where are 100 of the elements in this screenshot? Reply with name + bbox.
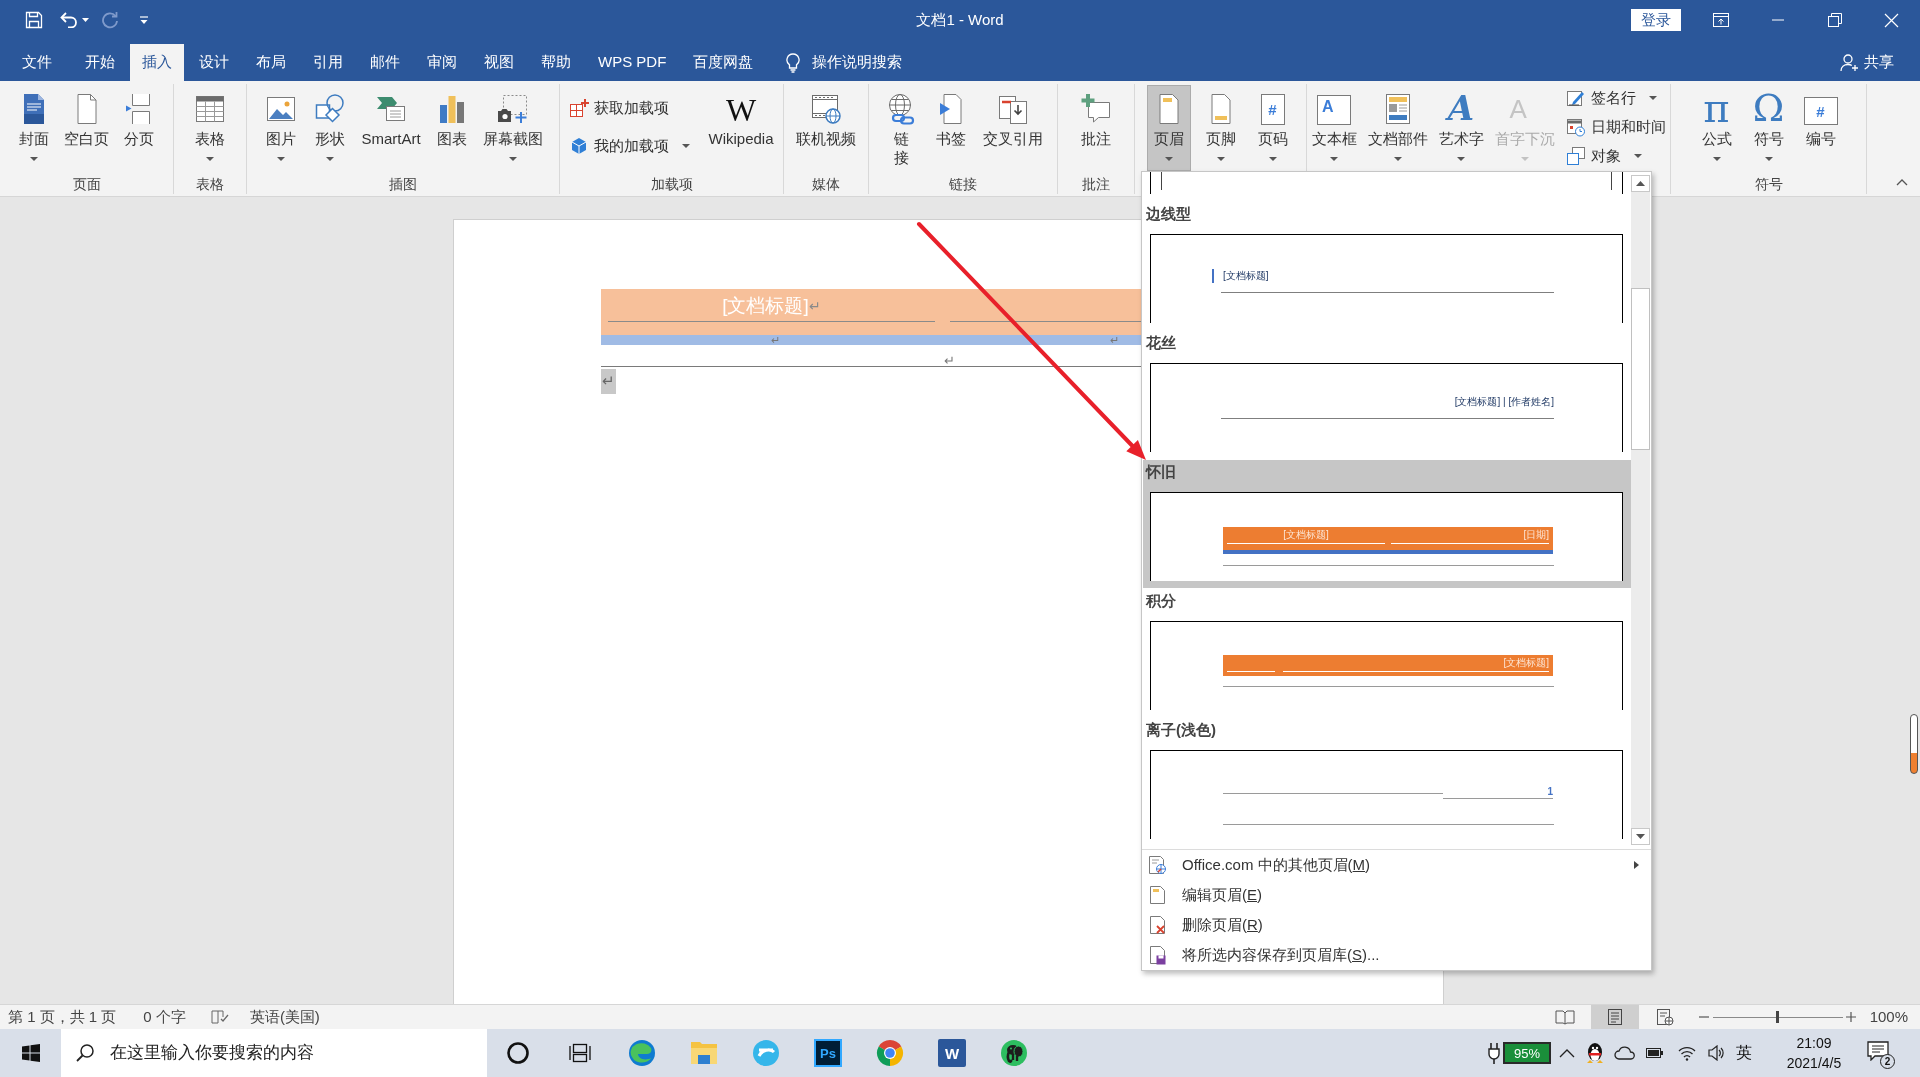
group-label: 表格 [196, 175, 224, 193]
gallery-option[interactable]: 离子(浅色) 1 [1143, 718, 1631, 840]
ribbon-button[interactable]: 批注 [1074, 85, 1118, 171]
battery-indicator[interactable]: 95% [1503, 1042, 1551, 1064]
speaker-icon[interactable] [1708, 1045, 1724, 1061]
ribbon-button[interactable]: 签名行 [1561, 84, 1661, 112]
ribbon-button[interactable]: A 艺术字 [1434, 85, 1488, 171]
ring-icon[interactable] [507, 1042, 529, 1064]
ribbon-tab[interactable]: 设计 [187, 44, 241, 81]
share-button[interactable]: 共享 [1840, 44, 1894, 81]
clock[interactable]: 21:09 2021/4/5 [1769, 1033, 1859, 1073]
word-count[interactable]: 0 个字 [143, 1005, 186, 1029]
minimize-icon[interactable] [1771, 19, 1784, 21]
segmented-circle-icon[interactable] [876, 1039, 904, 1067]
page-count[interactable]: 第 1 页，共 1 页 [8, 1005, 117, 1029]
stacked-windows-icon[interactable] [569, 1043, 591, 1063]
ribbon-button[interactable]: 获取加载项 [565, 94, 674, 122]
ribbon-button[interactable]: SmartArt [357, 85, 425, 171]
ribbon-button[interactable]: 书签 [929, 85, 973, 171]
ribbon-tab[interactable]: 邮件 [358, 44, 412, 81]
window-title: 文档1 - Word [916, 9, 1004, 30]
folder-icon[interactable] [690, 1040, 718, 1066]
ribbon-button[interactable]: Ω 符号 [1746, 85, 1791, 171]
web-layout-icon [1655, 1008, 1674, 1026]
ribbon-button[interactable]: W Wikipedia [704, 85, 778, 171]
menu-item[interactable]: 删除页眉(R) [1142, 910, 1651, 940]
zoom-in-icon[interactable] [1845, 1012, 1856, 1022]
penguin-icon[interactable] [1586, 1042, 1604, 1064]
tell-me-search[interactable]: 操作说明搜索 [786, 44, 903, 81]
gallery-option[interactable]: 积分 [文档标题] [1143, 589, 1631, 717]
ribbon-button[interactable]: 分页 [117, 85, 161, 171]
ps-tile-icon[interactable]: Ps [814, 1039, 842, 1067]
ribbon-tab[interactable]: WPS PDF [586, 44, 679, 81]
read-mode-icon [1554, 1009, 1575, 1025]
restore-icon[interactable] [1827, 13, 1842, 27]
ribbon-tab[interactable]: 视图 [472, 44, 526, 81]
ribbon-tab[interactable]: 审阅 [415, 44, 469, 81]
wifi-icon[interactable] [1678, 1045, 1696, 1061]
cloud-icon[interactable] [1614, 1046, 1636, 1060]
ribbon-button[interactable]: π 公式 [1694, 85, 1739, 171]
ribbon-tab[interactable]: 文件 [10, 44, 64, 81]
ribbon-button[interactable]: 交叉引用 [979, 85, 1047, 171]
undo-icon[interactable] [60, 12, 89, 28]
zoom-thumb[interactable] [1776, 1011, 1780, 1023]
scroll-up-button[interactable] [1631, 175, 1650, 192]
save-icon[interactable] [25, 11, 43, 29]
ribbon-button[interactable]: # 编号 [1798, 85, 1843, 171]
chevron-up-icon[interactable] [1559, 1048, 1575, 1058]
customize-caret-icon[interactable] [139, 15, 149, 25]
search-field[interactable]: 在这里输入你要搜索的内容 [61, 1029, 487, 1077]
menu-item[interactable]: 将所选内容保存到页眉库(S)... [1142, 940, 1651, 970]
ribbon-button[interactable]: 图片 [259, 85, 304, 171]
close-icon[interactable] [1884, 12, 1899, 28]
scroll-down-button[interactable] [1631, 828, 1650, 845]
menu-item[interactable]: 编辑页眉(E) [1142, 880, 1651, 910]
ribbon-tab[interactable]: 布局 [244, 44, 298, 81]
ribbon-button[interactable]: 链接 [879, 85, 923, 171]
zoom-slider[interactable] [1712, 1011, 1843, 1023]
ribbon-button[interactable]: 我的加载项 [565, 132, 695, 160]
menu-item[interactable]: Office.com 中的其他页眉(M) [1142, 850, 1651, 880]
battery-icon[interactable] [1646, 1047, 1664, 1059]
gallery-option[interactable]: 怀旧 [文档标题] [日期] [1143, 460, 1631, 588]
ribbon-button[interactable]: 屏幕截图 [478, 85, 547, 171]
ribbon-button[interactable]: 文档部件 [1363, 85, 1432, 171]
zoom-level[interactable]: 100% [1869, 1005, 1908, 1029]
w-tile-icon[interactable]: W [938, 1039, 966, 1067]
ribbon-button[interactable]: # 页码 [1250, 85, 1295, 171]
ribbon-tab[interactable]: 插入 [130, 44, 184, 81]
ribbon-button[interactable]: 联机视频 [792, 85, 860, 171]
swirl-icon[interactable] [628, 1039, 656, 1067]
proofing-icon[interactable] [210, 1009, 229, 1025]
ribbon-button[interactable]: 页脚 [1198, 85, 1243, 171]
view-button[interactable] [1590, 1004, 1639, 1030]
ribbon-tab[interactable]: 引用 [301, 44, 355, 81]
ribbon-button[interactable]: 图表 [429, 85, 474, 171]
four-panes-icon[interactable] [21, 1044, 40, 1062]
ribbon-tab[interactable]: 帮助 [529, 44, 583, 81]
ribbon-button[interactable]: 表格 [188, 85, 232, 171]
gallery-option[interactable]: 花丝 [文档标题] | [作者姓名] [1143, 331, 1631, 459]
input-method-indicator[interactable]: 英 [1736, 1045, 1752, 1061]
page-delete-icon [1148, 915, 1167, 935]
ribbon-button[interactable]: 对象 [1561, 142, 1646, 170]
ribbon-tab[interactable]: 开始 [73, 44, 127, 81]
ribbon-button[interactable]: 日期和时间 [1561, 113, 1670, 141]
elephant-icon[interactable] [1000, 1039, 1028, 1067]
ribbon-button[interactable]: 形状 [308, 85, 353, 171]
ribbon-button[interactable]: A 文本框 [1307, 85, 1361, 171]
ribbon-button[interactable]: 封面 [12, 85, 56, 171]
sign-in-button[interactable]: 登录 [1631, 9, 1681, 31]
ribbon-display-icon[interactable] [1712, 13, 1729, 27]
language-status[interactable]: 英语(美国) [249, 1005, 320, 1029]
ribbon-tab[interactable]: 百度网盘 [681, 44, 766, 81]
gallery-option[interactable]: 边线型 [文档标题] [1143, 202, 1631, 330]
word-art-icon: A [1447, 91, 1475, 125]
chevron-up-icon[interactable] [1896, 179, 1908, 186]
plug-icon[interactable] [1487, 1042, 1501, 1064]
scroll-thumb[interactable] [1631, 288, 1650, 450]
ribbon-button[interactable]: 空白页 [60, 85, 113, 171]
scroll-thumb[interactable] [1910, 714, 1918, 774]
ribbon-button[interactable]: 页眉 [1146, 85, 1191, 171]
